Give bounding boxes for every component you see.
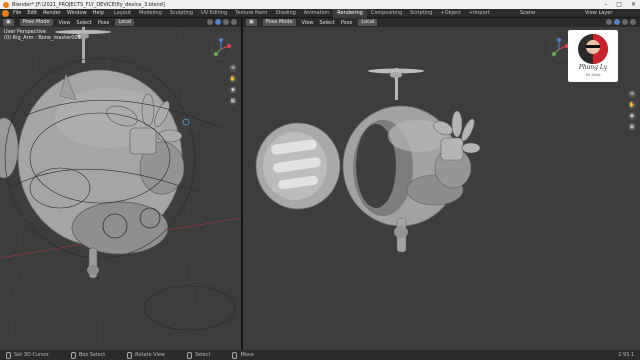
artist-name: Phong Ly xyxy=(578,64,608,71)
right-editor-type-button[interactable]: ▣ xyxy=(246,19,257,26)
blender-menu-icon[interactable] xyxy=(2,9,9,17)
menu-edit[interactable]: Edit xyxy=(27,10,37,16)
right-viewport[interactable]: ▣ Pose Mode View Select Pose Local ⊕ ✋ ◉… xyxy=(243,18,640,350)
menu-file[interactable]: File xyxy=(13,10,21,16)
version-label: 2.93.1 xyxy=(618,352,634,358)
pan-hand-icon[interactable]: ✋ xyxy=(628,101,636,109)
grid-toggle-icon[interactable]: ▦ xyxy=(628,123,636,131)
left-viewport-header: ▣ Pose Mode View Select Pose Local xyxy=(0,18,241,27)
status-bar: Set 3D Cursor Box Select Rotate View Sel… xyxy=(0,350,640,360)
active-bone-label: (0) Rig_Arm : Bone_master003 xyxy=(4,35,81,41)
mouse-drag-icon xyxy=(70,351,76,359)
minimize-icon[interactable]: – xyxy=(604,1,607,8)
scene-selector[interactable]: Scene xyxy=(520,9,535,18)
camera-view-icon[interactable]: ◉ xyxy=(229,86,237,94)
right-menu-select[interactable]: Select xyxy=(319,20,334,26)
pan-hand-icon[interactable]: ✋ xyxy=(229,75,237,83)
tab-import[interactable]: +Import xyxy=(465,9,494,18)
tab-texture-paint[interactable]: Texture Paint xyxy=(231,9,271,18)
status-select: Select xyxy=(187,351,211,359)
left-menu-select[interactable]: Select xyxy=(76,20,91,26)
rendered-shading-icon[interactable] xyxy=(231,19,237,25)
mouse-middle-icon xyxy=(127,351,133,359)
solid-shading-icon[interactable] xyxy=(614,19,620,25)
grid-toggle-icon[interactable]: ▦ xyxy=(229,97,237,105)
tab-object[interactable]: +Object xyxy=(436,9,464,18)
artist-logo: Phong Ly 3D Artist xyxy=(568,30,618,82)
rendered-shading-icon[interactable] xyxy=(630,19,636,25)
tab-modeling[interactable]: Modeling xyxy=(135,9,166,18)
left-editor-type-button[interactable]: ▣ xyxy=(3,19,14,26)
window-title: Blender* [F:\2021_PROJECTS_FLY_DEVICE\fl… xyxy=(12,1,165,8)
status-box-select-label: Box Select xyxy=(78,352,106,358)
menu-help[interactable]: Help xyxy=(93,10,104,16)
status-box-select: Box Select xyxy=(70,351,106,359)
wireframe-shading-icon[interactable] xyxy=(606,19,612,25)
camera-view-icon[interactable]: ◉ xyxy=(628,112,636,120)
mouse-right-icon xyxy=(187,351,192,359)
menu-window[interactable]: Window xyxy=(67,10,87,16)
view-layer-selector[interactable]: View Layer xyxy=(585,9,612,18)
status-rotate-view-label: Rotate View xyxy=(135,352,165,358)
right-shading-buttons xyxy=(606,19,636,25)
artist-subtitle: 3D Artist xyxy=(585,73,601,77)
left-shading-buttons xyxy=(207,19,237,25)
left-axis-gizmo-icon[interactable] xyxy=(210,38,232,60)
status-move-label: Move xyxy=(240,352,254,358)
tab-shading[interactable]: Shading xyxy=(271,9,299,18)
status-select-label: Select xyxy=(195,352,211,358)
left-menu-pose[interactable]: Pose xyxy=(98,20,110,26)
zoom-icon[interactable]: ⊕ xyxy=(229,64,237,72)
left-nav-controls: ⊕ ✋ ◉ ▦ xyxy=(229,64,237,105)
right-axis-gizmo-icon[interactable] xyxy=(548,38,570,60)
material-shading-icon[interactable] xyxy=(622,19,628,25)
tab-rendering[interactable]: Rendering xyxy=(333,8,367,18)
right-viewport-header: ▣ Pose Mode View Select Pose Local xyxy=(243,18,640,27)
close-icon[interactable]: ✕ xyxy=(631,1,636,8)
right-menu-view[interactable]: View xyxy=(302,20,314,26)
left-orientation-dropdown[interactable]: Local xyxy=(115,19,135,26)
left-menu-view[interactable]: View xyxy=(59,20,71,26)
left-mode-dropdown[interactable]: Pose Mode xyxy=(19,19,53,26)
wireframe-shading-icon[interactable] xyxy=(207,19,213,25)
mouse-left-icon xyxy=(6,351,11,359)
tab-animation[interactable]: Animation xyxy=(300,9,334,18)
zoom-icon[interactable]: ⊕ xyxy=(628,90,636,98)
mouse-move-icon xyxy=(232,351,238,359)
left-viewport[interactable]: ▣ Pose Mode View Select Pose Local User … xyxy=(0,18,241,350)
tab-layout[interactable]: Layout xyxy=(110,9,135,18)
top-bar: File Edit Render Window Help Layout Mode… xyxy=(0,8,640,18)
status-set-cursor-label: Set 3D Cursor xyxy=(14,352,49,358)
menu-render[interactable]: Render xyxy=(43,10,61,16)
status-move: Move xyxy=(232,351,254,359)
status-rotate-view: Rotate View xyxy=(127,351,165,359)
material-shading-icon[interactable] xyxy=(223,19,229,25)
tab-uv-editing[interactable]: UV Editing xyxy=(197,9,231,18)
tab-compositing[interactable]: Compositing xyxy=(367,9,406,18)
left-viewport-info: User Perspective (0) Rig_Arm : Bone_mast… xyxy=(4,29,81,41)
solid-shading-icon[interactable] xyxy=(215,19,221,25)
maximize-icon[interactable]: □ xyxy=(616,1,622,8)
blender-app-icon xyxy=(3,1,9,8)
right-menu-pose[interactable]: Pose xyxy=(341,20,353,26)
artist-portrait-icon xyxy=(578,34,608,64)
status-set-cursor: Set 3D Cursor xyxy=(6,351,49,359)
right-nav-controls: ⊕ ✋ ◉ ▦ xyxy=(628,90,636,131)
tab-sculpting[interactable]: Sculpting xyxy=(166,9,197,18)
right-mode-dropdown[interactable]: Pose Mode xyxy=(262,19,296,26)
tab-scripting[interactable]: Scripting xyxy=(406,9,436,18)
right-orientation-dropdown[interactable]: Local xyxy=(358,19,378,26)
left-viewport-scene xyxy=(0,18,241,350)
